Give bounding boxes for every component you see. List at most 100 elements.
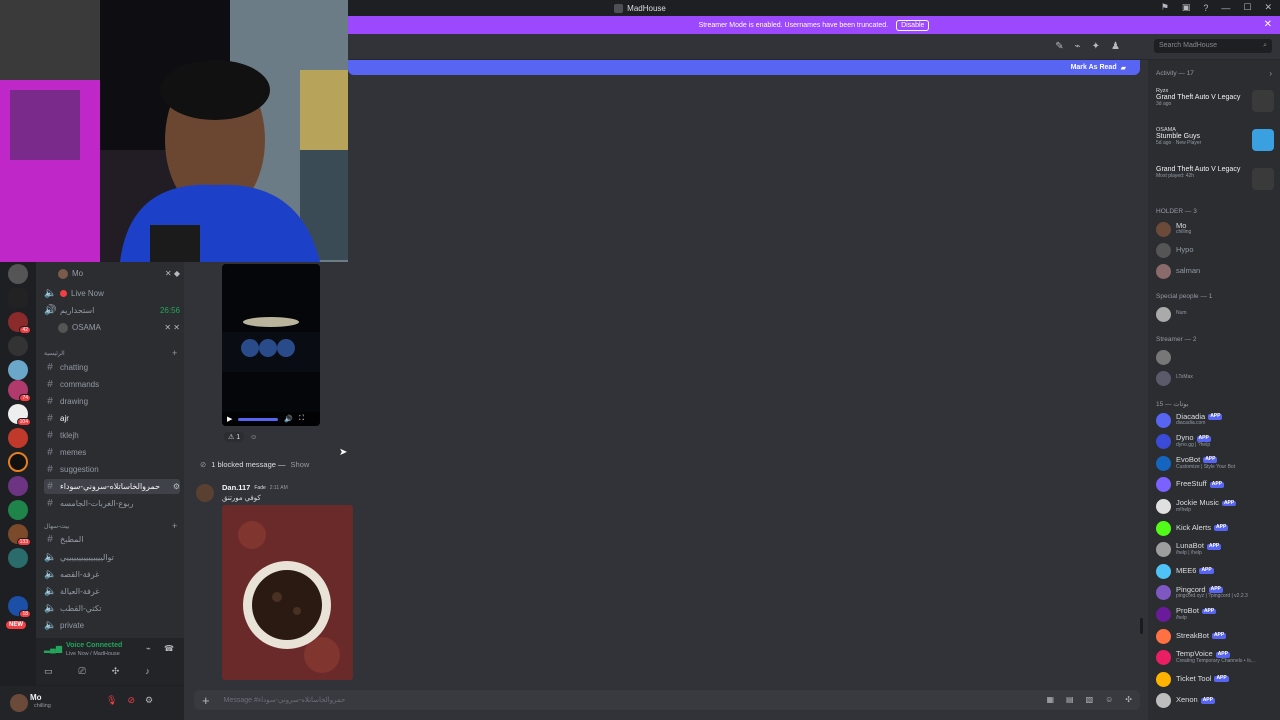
bot-member-item[interactable]: Dyno APP dyno.gg | ?help — [1156, 432, 1280, 452]
member-item[interactable]: Mo chilling — [1156, 219, 1280, 239]
server-icon[interactable] — [8, 264, 28, 284]
channel-ajr[interactable]: # ajr — [44, 411, 180, 426]
server-icon[interactable]: 42 — [8, 312, 31, 334]
channel-active[interactable]: # ﺣﻤﺮﻭﺍﻟﺨﺎﺳﺎﺗﻼﻩ-ﺳﺮﻭﻧﻲ-ﺳﻮﺩﺍء ⚙ — [44, 479, 180, 494]
settings-icon[interactable]: ⚙ — [145, 695, 153, 706]
channel-tklejh[interactable]: # tklejh — [44, 428, 180, 443]
deafen-icon[interactable]: ⊘ — [127, 695, 135, 706]
noise-suppression-icon[interactable]: ⌁ — [146, 644, 151, 653]
members-icon[interactable]: ♟ — [1111, 41, 1120, 52]
bot-member-item[interactable]: Jockie Music APP m!help — [1156, 496, 1280, 516]
category-header[interactable]: ﺑﻴﺖ-ﺳﻬﺎﻝ + — [44, 521, 177, 531]
camera-icon[interactable]: ▭ — [44, 666, 53, 677]
server-icon[interactable] — [8, 452, 28, 472]
server-icon[interactable] — [8, 428, 28, 448]
image-attachment[interactable] — [222, 505, 353, 680]
apps-icon[interactable]: ✣ — [1125, 695, 1132, 704]
add-attachment-icon[interactable]: + — [202, 693, 210, 708]
new-messages-bar[interactable]: Mark As Read ▰ — [348, 60, 1140, 75]
chat-scrollbar[interactable] — [1140, 618, 1143, 634]
channel-memes[interactable]: # memes — [44, 445, 180, 460]
screen-icon[interactable]: ▣ — [1182, 2, 1191, 13]
server-icon[interactable]: 18 — [8, 596, 31, 618]
video-attachment[interactable]: ▶ 🔊 ⛶ — [222, 264, 320, 426]
new-badge[interactable]: NEW — [6, 621, 26, 629]
pin-icon[interactable]: ✦ — [1092, 41, 1100, 52]
voice-status[interactable]: Voice Connected — [66, 642, 122, 649]
bot-member-item[interactable]: Xenon APP — [1156, 691, 1280, 711]
voice-channel[interactable]: 🔊 ﺍﺳﺘﺤﺪﺍﺭﻳﻢ 26:56 — [44, 303, 180, 318]
member-item[interactable]: salman — [1156, 261, 1280, 281]
bot-member-item[interactable]: MEE6 APP — [1156, 561, 1280, 581]
server-icon[interactable]: 74 — [8, 380, 31, 402]
close-button[interactable]: ✕ — [1264, 2, 1272, 13]
avatar[interactable] — [10, 694, 28, 712]
soundboard-icon[interactable]: ♪ — [145, 666, 150, 677]
add-channel-icon[interactable]: + — [172, 521, 177, 531]
minimize-button[interactable]: — — [1221, 3, 1230, 13]
server-icon[interactable] — [8, 548, 28, 568]
live-now-channel[interactable]: 🔈 Live Now — [44, 286, 180, 301]
banner-close-icon[interactable]: ✕ — [1264, 19, 1272, 30]
bot-member-item[interactable]: TempVoice APP Creating Temporary Channels … — [1156, 648, 1280, 668]
voice-channel-item[interactable]: 🔈 ﻏﺮﻓﺔ-ﺍﻟﻌﻴﺎﻟﺔ — [44, 584, 180, 599]
channel-commands[interactable]: # commands — [44, 377, 180, 392]
server-icon[interactable] — [8, 288, 28, 308]
reaction-button[interactable]: ⚠ 1 — [224, 432, 245, 442]
voice-channel-item[interactable]: 🔈 ﻏﺮﻓﺔ-ﺍﻟﻘﺼﻪ — [44, 567, 180, 582]
voice-user-mo[interactable]: Mo ✕ ◆ — [58, 266, 180, 281]
channel-other[interactable]: # ﺭﺑﻮﻉ-ﺍﻟﻐﺮﺑﺎﺕ-ﺍﻟﺠﺎﻣﺴﻪ — [44, 496, 180, 511]
mute-icon[interactable]: ⌁ — [1075, 41, 1081, 52]
server-icon[interactable] — [8, 360, 28, 380]
emoji-icon[interactable]: ☺ — [1105, 695, 1113, 704]
channel-suggestion[interactable]: # suggestion — [44, 462, 180, 477]
author-name[interactable]: Dan.117 — [222, 483, 250, 492]
gif-icon[interactable]: ▤ — [1066, 695, 1074, 704]
add-channel-icon[interactable]: + — [172, 348, 177, 358]
bot-member-item[interactable]: LunaBot APP/help | /help — [1156, 540, 1280, 560]
activity-card[interactable]: Grand Theft Auto V Legacy Most played: 4… — [1156, 166, 1274, 196]
member-item[interactable]: Num — [1156, 304, 1280, 324]
bot-member-item[interactable]: Diacadia APP diacadia.com — [1156, 410, 1280, 430]
gift-icon[interactable]: ▦ — [1046, 695, 1054, 704]
add-reaction-icon[interactable]: ☺ — [250, 434, 257, 441]
server-icon[interactable]: 104 — [8, 404, 31, 426]
member-item[interactable] — [1156, 347, 1280, 367]
message-input-bar[interactable]: + Message #ﺣﻤﺮﻭﺍﻟﺨﺎﺳﺎﺗﻼﻩ-ﺳﺮﻭﻧﻲ-ﺳﻮﺩﺍء ▦ ▤… — [194, 690, 1140, 710]
voice-channel-item[interactable]: 🔈 ﺗﻮﺍﻟﻴﻴﻴﻴﻴﻴﻴﻴﻴﻴﻴﻴﻴﻴﻴﻲ — [44, 550, 180, 565]
member-item[interactable]: Hypo — [1156, 240, 1280, 260]
channel-chatting[interactable]: # chatting — [44, 360, 180, 375]
disconnect-icon[interactable]: ☎ — [164, 644, 174, 653]
activity-card[interactable]: Ryzx Grand Theft Auto V Legacy 3d ago — [1156, 88, 1274, 118]
voice-channel-private[interactable]: 🔈 private — [44, 618, 180, 633]
disable-button[interactable]: Disable — [896, 19, 930, 31]
author-avatar[interactable] — [196, 484, 214, 502]
search-input[interactable]: Search MadHouse ⌕ — [1154, 39, 1272, 53]
show-blocked-link[interactable]: Show — [291, 460, 310, 469]
server-icon[interactable] — [8, 476, 28, 496]
play-icon[interactable]: ▶ — [227, 415, 232, 423]
activity-icon[interactable]: ✣ — [112, 666, 120, 677]
server-icon[interactable] — [8, 336, 28, 356]
inbox-icon[interactable]: ⚑ — [1161, 2, 1169, 13]
bot-member-item[interactable]: Ticket Tool APP — [1156, 669, 1280, 689]
sticker-icon[interactable]: ▧ — [1086, 695, 1094, 704]
bot-member-item[interactable]: EvoBot APP Customize | Style Your Bot — [1156, 453, 1280, 473]
video-progress-bar[interactable] — [238, 417, 279, 421]
channel-drawing[interactable]: # drawing — [44, 394, 180, 409]
category-header[interactable]: ﺍﻟﺮﺋﻴﺴﻴﺔ + — [44, 348, 177, 358]
fullscreen-icon[interactable]: ⛶ — [299, 415, 304, 423]
settings-icon[interactable]: ⚙ — [173, 482, 180, 491]
member-item[interactable]: LTsMax — [1156, 368, 1280, 388]
bot-member-item[interactable]: Kick Alerts APP — [1156, 518, 1280, 538]
bot-member-item[interactable]: Pingcord APP pingcord.xyz | ?pingcord | v2… — [1156, 583, 1280, 603]
mute-mic-icon[interactable]: 🎙 — [106, 695, 117, 706]
screen-share-icon[interactable]: ⎚ — [79, 666, 86, 677]
chevron-right-icon[interactable]: › — [1269, 69, 1272, 78]
maximize-button[interactable]: ☐ — [1243, 2, 1251, 13]
bot-member-item[interactable]: ProBot APP/help — [1156, 604, 1280, 624]
activity-card[interactable]: OSAMA Stumble Guys 5d ago · New Player — [1156, 127, 1274, 157]
mark-as-read-label[interactable]: Mark As Read — [1071, 64, 1117, 71]
voice-channel-item[interactable]: 🔈 ﺗﻜﺘﻲ-ﺍﻟﻘﻄﺐ — [44, 601, 180, 616]
bot-member-item[interactable]: FreeStuff APP — [1156, 475, 1280, 495]
